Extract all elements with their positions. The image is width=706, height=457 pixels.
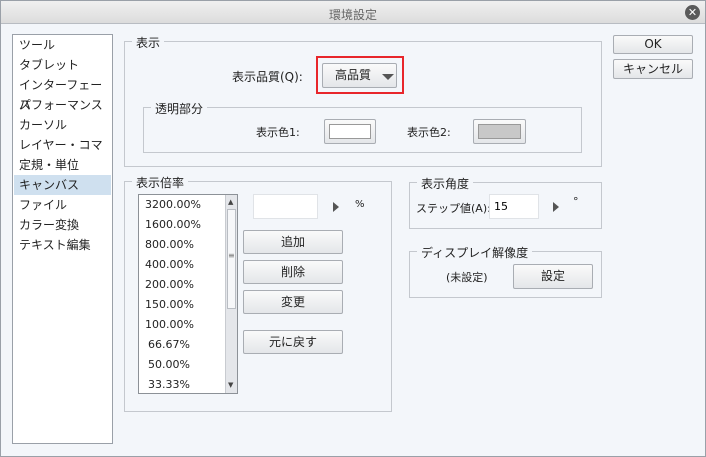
sidebar-item-cursor[interactable]: カーソル [14, 115, 111, 135]
sidebar-item-text-edit[interactable]: テキスト編集 [14, 235, 111, 255]
color1-swatch [329, 124, 371, 139]
close-icon[interactable]: ✕ [685, 5, 700, 20]
angle-group-label: 表示角度 [417, 175, 474, 192]
set-resolution-button[interactable]: 設定 [513, 264, 593, 289]
list-item[interactable]: 200.00% [139, 275, 237, 295]
reset-button[interactable]: 元に戻す [243, 330, 343, 354]
color1-label: 表示色1: [256, 126, 300, 139]
change-button[interactable]: 変更 [243, 290, 343, 314]
color1-swatch-button[interactable] [324, 119, 376, 144]
resolution-group-label: ディスプレイ解像度 [417, 244, 533, 261]
play-arrow-icon[interactable] [553, 202, 559, 212]
step-label: ステップ値(A): [416, 202, 491, 215]
zoom-unit: % [355, 199, 365, 210]
scroll-up-icon[interactable]: ▲ [228, 198, 233, 206]
zoom-input[interactable] [253, 194, 318, 219]
quality-dropdown[interactable]: 高品質 [322, 63, 397, 88]
scroll-down-icon[interactable]: ▼ [228, 381, 233, 389]
transparent-group-label: 透明部分 [151, 100, 208, 117]
color2-swatch [478, 124, 521, 139]
list-item[interactable]: 50.00% [139, 355, 237, 375]
list-item[interactable]: 800.00% [139, 235, 237, 255]
resolution-status: (未設定) [446, 271, 488, 284]
scrollbar-thumb[interactable]: ≡ [227, 209, 236, 309]
sidebar-item-canvas[interactable]: キャンバス [14, 175, 111, 195]
zoom-list[interactable]: 3200.00% 1600.00% 800.00% 400.00% 200.00… [138, 194, 238, 394]
grip-icon: ≡ [228, 251, 235, 260]
sidebar-item-tool[interactable]: ツール [14, 35, 111, 55]
add-button[interactable]: 追加 [243, 230, 343, 254]
sidebar-item-interface[interactable]: インターフェース [14, 75, 111, 112]
sidebar-item-color-conversion[interactable]: カラー変換 [14, 215, 111, 235]
list-item[interactable]: 1600.00% [139, 215, 237, 235]
quality-label: 表示品質(Q): [232, 70, 303, 84]
delete-button[interactable]: 削除 [243, 260, 343, 284]
list-item[interactable]: 3200.00% [139, 195, 237, 215]
scrollbar[interactable]: ▲ ≡ ▼ [225, 195, 237, 393]
play-arrow-icon[interactable] [333, 202, 339, 212]
display-group-label: 表示 [132, 34, 165, 51]
angle-unit: ° [573, 195, 579, 208]
cancel-button[interactable]: キャンセル [613, 59, 693, 79]
list-item[interactable]: 33.33% [139, 375, 237, 395]
ok-button[interactable]: OK [613, 35, 693, 54]
list-item[interactable]: 150.00% [139, 295, 237, 315]
sidebar-item-performance[interactable]: パフォーマンス [14, 95, 111, 115]
sidebar-item-layer-frame[interactable]: レイヤー・コマ [14, 135, 111, 155]
sidebar-item-file[interactable]: ファイル [14, 195, 111, 215]
chevron-down-icon [382, 74, 394, 80]
step-input[interactable] [489, 194, 539, 219]
zoom-group-label: 表示倍率 [132, 174, 189, 191]
color2-swatch-button[interactable] [473, 119, 526, 144]
quality-value: 高品質 [335, 68, 372, 82]
sidebar-item-tablet[interactable]: タブレット [14, 55, 111, 75]
list-item[interactable]: 66.67% [139, 335, 237, 355]
color2-label: 表示色2: [407, 126, 451, 139]
title-bar: 環境設定 ✕ [1, 1, 705, 24]
sidebar-item-ruler-unit[interactable]: 定規・単位 [14, 155, 111, 175]
window-title: 環境設定 [328, 8, 377, 22]
list-item[interactable]: 100.00% [139, 315, 237, 335]
category-list: ツール タブレット インターフェース パフォーマンス カーソル レイヤー・コマ … [12, 34, 113, 444]
list-item[interactable]: 400.00% [139, 255, 237, 275]
